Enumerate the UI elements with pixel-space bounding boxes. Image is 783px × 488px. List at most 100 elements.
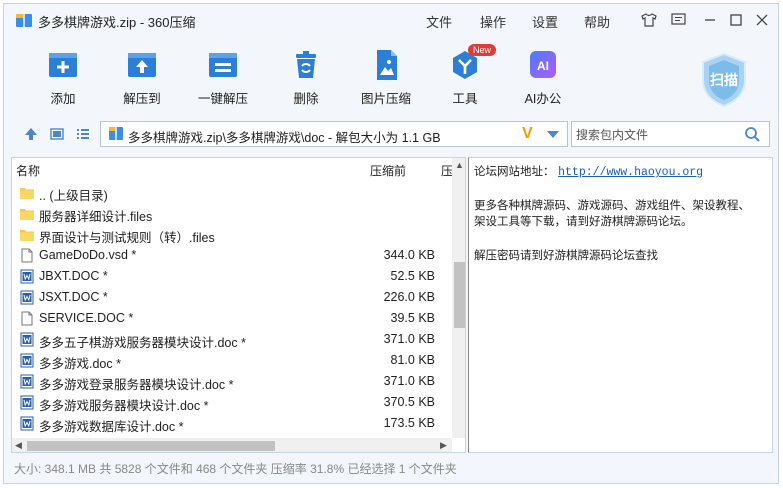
zip-archive-icon xyxy=(16,14,32,27)
folder-row[interactable]: 界面设计与测试规则（转）.files xyxy=(12,224,452,245)
forum-line: 论坛网站地址： http://www.haoyou.org xyxy=(474,163,703,179)
address-path: 多多棋牌游戏.zip\多多棋牌游戏\doc - 解包大小为 1.1 GB xyxy=(128,131,441,145)
image-compress-button[interactable]: 图片压缩 xyxy=(354,48,418,110)
search-input[interactable] xyxy=(576,126,736,143)
tools-label: 工具 xyxy=(452,92,478,106)
file-row[interactable]: 多多游戏.doc * 81.0 KB xyxy=(12,350,452,371)
ai-icon-text: AI xyxy=(537,59,549,73)
file-list-pane: 名称 压缩前 压 .. (上级目录) 服务器详细设计.files 界面设计与测试规则… xyxy=(11,157,466,453)
address-bar[interactable]: 多多棋牌游戏.zip\多多棋牌游戏\doc - 解包大小为 1.1 GB V xyxy=(100,121,568,147)
info-line-2: 更多各种棋牌源码、游戏源码、游戏组件、架设教程、 xyxy=(474,198,750,212)
recycle-bin-icon xyxy=(296,51,316,78)
file-size: 39.5 KB xyxy=(390,311,435,325)
word-document-icon xyxy=(20,332,34,347)
shirt-icon xyxy=(641,13,657,27)
file-name: 多多游戏.doc * xyxy=(39,357,121,371)
ai-office-icon: AI xyxy=(530,51,556,78)
column-compressed[interactable]: 压缩前 xyxy=(370,162,406,179)
feedback-button[interactable] xyxy=(668,10,688,30)
file-row[interactable]: GameDoDo.vsd * 344.0 KB xyxy=(12,245,452,266)
address-dropdown-arrow[interactable] xyxy=(547,131,559,138)
info-line-4: 解压密码请到好游棋牌源码论坛查找 xyxy=(474,248,658,262)
column-name[interactable]: 名称 xyxy=(16,162,40,179)
word-document-icon xyxy=(20,374,34,389)
add-button[interactable]: 添加 xyxy=(31,48,95,110)
menu-help[interactable]: 帮助 xyxy=(584,12,610,31)
maximize-button[interactable] xyxy=(726,10,746,30)
folder-icon xyxy=(20,188,34,199)
close-icon xyxy=(756,14,768,26)
image-compress-label: 图片压缩 xyxy=(360,92,411,106)
file-size: 226.0 KB xyxy=(383,290,435,304)
file-size: 81.0 KB xyxy=(390,353,435,367)
file-name: SERVICE.DOC * xyxy=(39,311,134,325)
file-name: 多多游戏服务器模块设计.doc * xyxy=(39,399,209,413)
one-click-extract-label: 一键解压 xyxy=(197,92,248,106)
menu-file[interactable]: 文件 xyxy=(426,12,452,31)
file-name: 多多游戏数据库设计.doc * xyxy=(39,420,184,434)
folder-row[interactable]: .. (上级目录) xyxy=(12,182,452,203)
menu-settings[interactable]: 设置 xyxy=(532,12,558,31)
scroll-up-arrow[interactable]: ▲ xyxy=(455,160,464,170)
window-title: 多多棋牌游戏.zip - 360压缩 xyxy=(38,15,196,30)
column-header: 名称 压缩前 压 xyxy=(12,158,465,180)
horizontal-scroll-thumb[interactable] xyxy=(27,441,275,451)
tools-button[interactable]: 工具 xyxy=(433,48,497,110)
file-row[interactable]: 多多游戏服务器模块设计.doc * 370.5 KB xyxy=(12,392,452,413)
word-document-icon xyxy=(20,353,34,368)
maximize-icon xyxy=(730,14,742,26)
vertical-scrollbar[interactable]: ▲ xyxy=(452,158,465,438)
ai-office-button[interactable]: AI AI办公 xyxy=(511,48,575,110)
skin-button[interactable] xyxy=(639,10,659,30)
file-size: 371.0 KB xyxy=(383,374,435,388)
up-arrow-icon[interactable] xyxy=(23,126,39,142)
file-row[interactable]: JSXT.DOC * 226.0 KB xyxy=(12,287,452,308)
file-row[interactable]: SERVICE.DOC * 39.5 KB xyxy=(12,308,452,329)
delete-button[interactable]: 删除 xyxy=(274,48,338,110)
scroll-right-arrow[interactable]: ▶ xyxy=(440,440,447,451)
file-name: 服务器详细设计.files xyxy=(39,210,153,224)
scan-button[interactable]: 扫描 xyxy=(699,52,749,108)
info-line-3: 架设工具等下载，请到好游棋牌源码论坛。 xyxy=(474,214,693,228)
close-button[interactable] xyxy=(752,10,772,30)
file-row[interactable]: 多多游戏登录服务器模块设计.doc * 371.0 KB xyxy=(12,371,452,392)
file-name: GameDoDo.vsd * xyxy=(39,248,137,262)
app-window: 多多棋牌游戏.zip - 360压缩 文件 操作 设置 帮助 添加 解压到 一键… xyxy=(3,3,779,484)
word-document-icon xyxy=(20,395,34,410)
vertical-scroll-thumb[interactable] xyxy=(454,262,465,328)
one-click-extract-button[interactable]: 一键解压 xyxy=(191,48,255,110)
file-name: .. (上级目录) xyxy=(39,189,108,203)
scroll-left-arrow[interactable]: ◀ xyxy=(15,440,22,451)
list-view-icon[interactable] xyxy=(75,126,91,142)
search-box[interactable] xyxy=(571,121,770,147)
thumbnail-view-icon[interactable] xyxy=(49,126,65,142)
zip-archive-icon xyxy=(109,127,123,140)
status-bar: 大小: 348.1 MB 共 5828 个文件和 468 个文件夹 压缩率 31… xyxy=(14,462,457,476)
file-rows: .. (上级目录) 服务器详细设计.files 界面设计与测试规则（转）.files… xyxy=(12,182,452,434)
image-compress-icon xyxy=(377,50,397,80)
file-size: 52.5 KB xyxy=(390,269,435,283)
file-row[interactable]: 多多游戏数据库设计.doc * 173.5 KB xyxy=(12,413,452,434)
title-bar: 多多棋牌游戏.zip - 360压缩 文件 操作 设置 帮助 xyxy=(4,4,778,36)
menu-operation[interactable]: 操作 xyxy=(480,12,506,31)
minimize-button[interactable] xyxy=(700,10,720,30)
file-name: JBXT.DOC * xyxy=(39,269,108,283)
add-label: 添加 xyxy=(50,92,76,106)
file-size: 344.0 KB xyxy=(383,248,435,262)
folder-row[interactable]: 服务器详细设计.files xyxy=(12,203,452,224)
verify-mark[interactable]: V xyxy=(522,125,533,143)
file-name: JSXT.DOC * xyxy=(39,290,108,304)
ai-office-label: AI办公 xyxy=(524,92,562,106)
extract-to-button[interactable]: 解压到 xyxy=(110,48,174,110)
file-row[interactable]: JBXT.DOC * 52.5 KB xyxy=(12,266,452,287)
search-icon[interactable] xyxy=(744,126,761,143)
folder-icon xyxy=(20,230,34,241)
message-icon xyxy=(670,13,686,25)
word-document-icon xyxy=(20,416,34,431)
add-icon xyxy=(49,53,77,77)
forum-label: 论坛网站地址： xyxy=(474,164,555,178)
horizontal-scrollbar[interactable]: ◀ ▶ xyxy=(12,438,452,452)
file-row[interactable]: 多多五子棋游戏服务器模块设计.doc * 371.0 KB xyxy=(12,329,452,350)
forum-link[interactable]: http://www.haoyou.org xyxy=(558,166,703,179)
file-name: 多多五子棋游戏服务器模块设计.doc * xyxy=(39,336,246,350)
